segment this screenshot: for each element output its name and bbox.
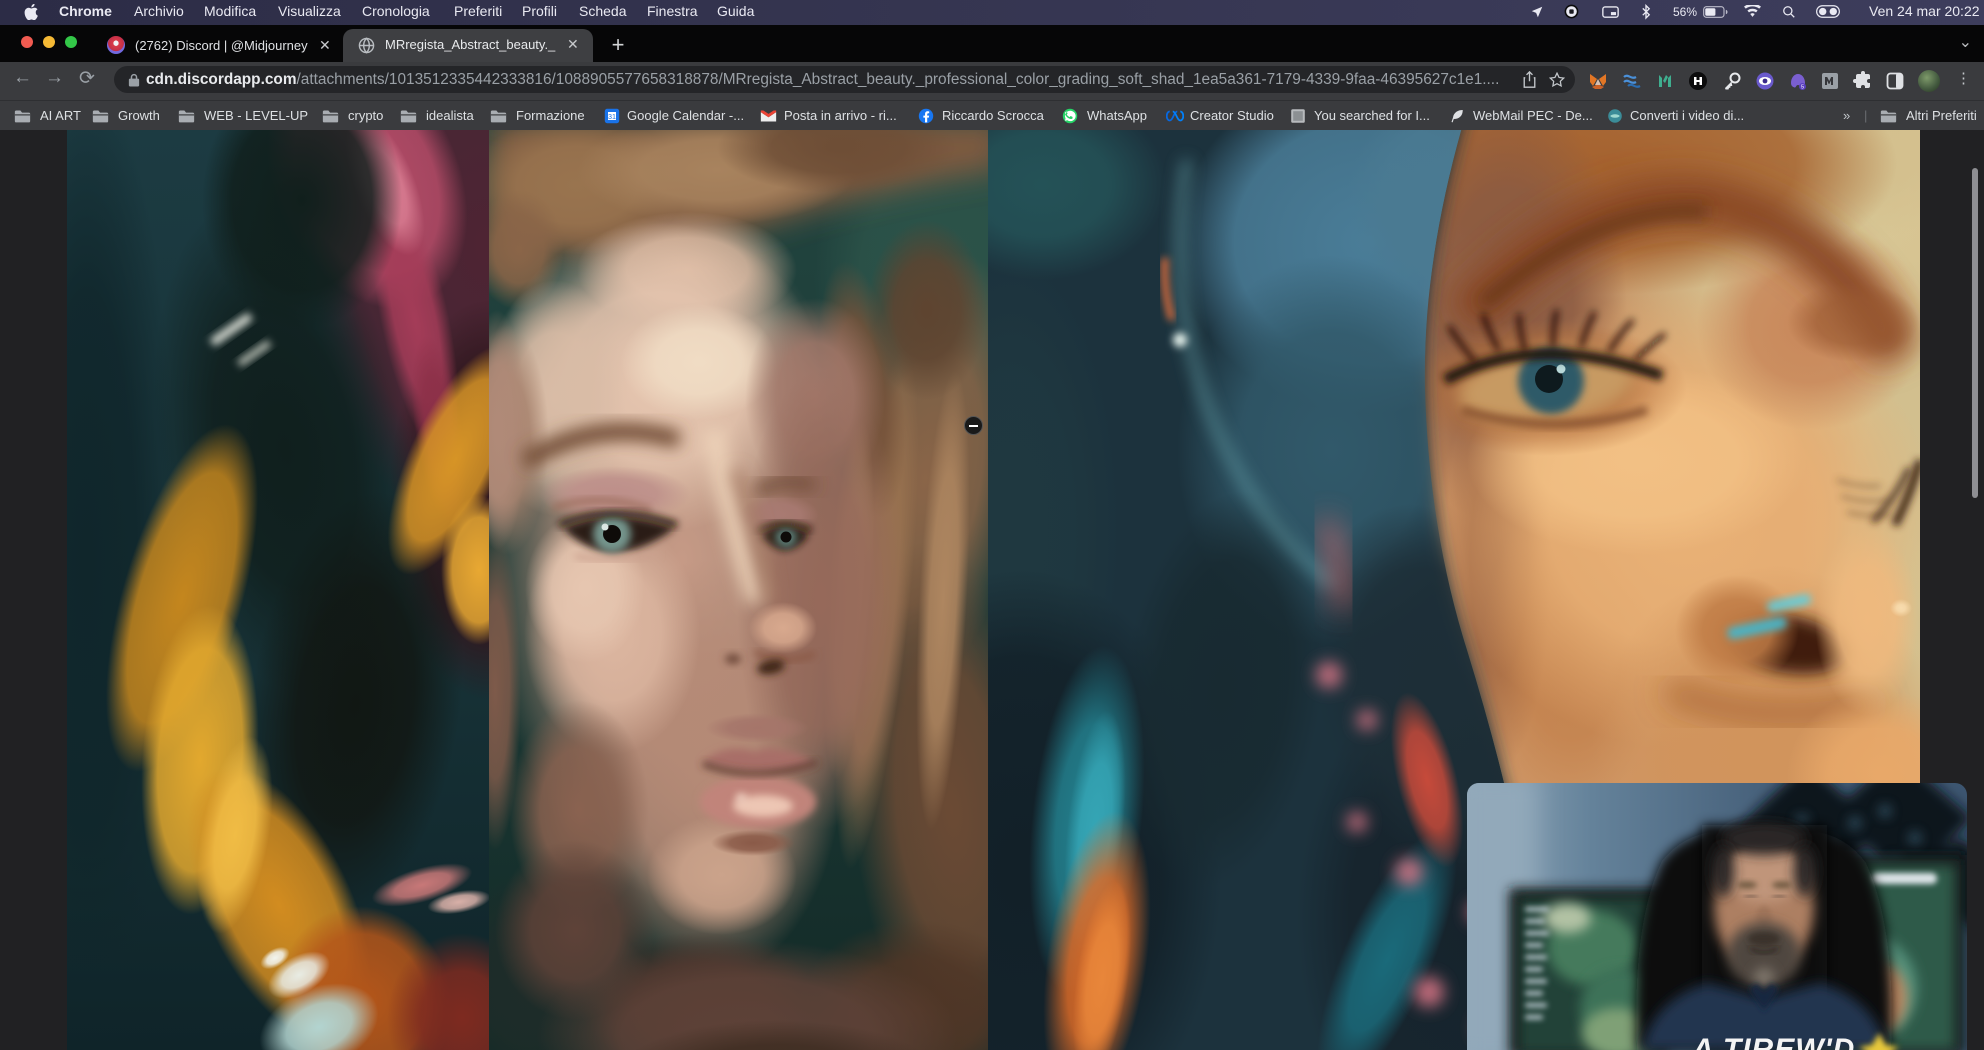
svg-text:5: 5: [1801, 85, 1804, 91]
svg-text:31: 31: [608, 112, 616, 121]
svg-text:A TIREW'D: A TIREW'D: [1691, 1033, 1855, 1050]
